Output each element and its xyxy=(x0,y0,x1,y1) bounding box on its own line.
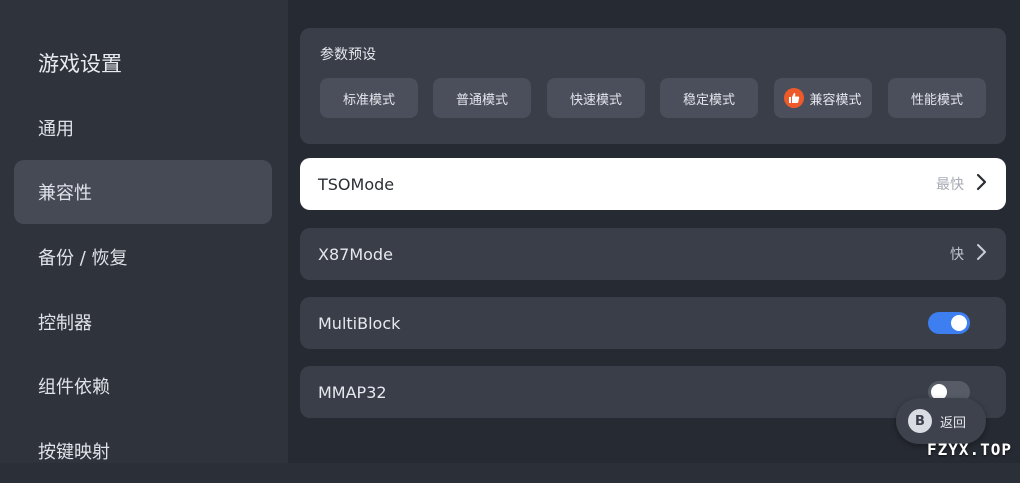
toggle-knob xyxy=(951,315,967,331)
preset-normal-button[interactable]: 普通模式 xyxy=(433,78,531,118)
multiblock-toggle[interactable] xyxy=(928,312,970,334)
settings-panel: 参数预设 标准模式 普通模式 快速模式 稳定模式 兼容模式 性能模式 TSOMo… xyxy=(288,0,1020,463)
setting-label: TSOMode xyxy=(318,174,395,194)
preset-label: 快速模式 xyxy=(569,92,622,108)
chevron-right-icon xyxy=(976,173,988,195)
setting-row-tsomode[interactable]: TSOMode 最快 xyxy=(300,158,1006,210)
sidebar-item-controller[interactable]: 控制器 xyxy=(14,290,272,354)
sidebar-item-key-mapping[interactable]: 按键映射 xyxy=(14,419,272,483)
preset-compatible-button[interactable]: 兼容模式 xyxy=(774,78,872,118)
sidebar-item-label: 通用 xyxy=(38,119,74,140)
sidebar-item-label: 备份 / 恢复 xyxy=(38,248,128,269)
chevron-right-icon xyxy=(976,243,988,265)
setting-label: MultiBlock xyxy=(318,313,401,333)
back-button[interactable]: B 返回 xyxy=(896,398,986,444)
back-label: 返回 xyxy=(940,415,967,431)
b-key-icon: B xyxy=(908,409,932,433)
setting-value: 最快 xyxy=(936,177,964,193)
sidebar-item-label: 兼容性 xyxy=(38,183,92,204)
setting-row-multiblock: MultiBlock xyxy=(300,297,1006,349)
preset-title: 参数预设 xyxy=(320,47,376,63)
sidebar: 游戏设置 通用 兼容性 备份 / 恢复 控制器 组件依赖 按键映射 xyxy=(0,0,288,463)
sidebar-item-label: 组件依赖 xyxy=(38,377,110,398)
sidebar-item-components[interactable]: 组件依赖 xyxy=(14,354,272,418)
setting-value: 快 xyxy=(950,247,964,263)
setting-label: MMAP32 xyxy=(318,382,387,402)
preset-fast-button[interactable]: 快速模式 xyxy=(547,78,645,118)
preset-label: 稳定模式 xyxy=(682,92,735,108)
preset-label: 标准模式 xyxy=(342,92,395,108)
sidebar-item-compatibility[interactable]: 兼容性 xyxy=(14,160,272,224)
watermark: FZYX.TOP xyxy=(926,440,1012,459)
preset-label: 兼容模式 xyxy=(809,92,862,108)
preset-standard-button[interactable]: 标准模式 xyxy=(320,78,418,118)
sidebar-item-backup-restore[interactable]: 备份 / 恢复 xyxy=(14,225,272,289)
setting-label: X87Mode xyxy=(318,244,393,264)
preset-label: 普通模式 xyxy=(455,92,508,108)
sidebar-item-label: 按键映射 xyxy=(38,442,110,463)
setting-row-x87mode[interactable]: X87Mode 快 xyxy=(300,228,1006,280)
preset-label: 性能模式 xyxy=(910,92,963,108)
preset-stable-button[interactable]: 稳定模式 xyxy=(660,78,758,118)
sidebar-item-general[interactable]: 通用 xyxy=(14,96,272,160)
thumbs-up-icon xyxy=(784,88,805,108)
sidebar-item-label: 控制器 xyxy=(38,313,92,334)
sidebar-title: 游戏设置 xyxy=(38,52,122,76)
preset-performance-button[interactable]: 性能模式 xyxy=(888,78,986,118)
preset-card: 参数预设 标准模式 普通模式 快速模式 稳定模式 兼容模式 性能模式 xyxy=(300,28,1006,144)
